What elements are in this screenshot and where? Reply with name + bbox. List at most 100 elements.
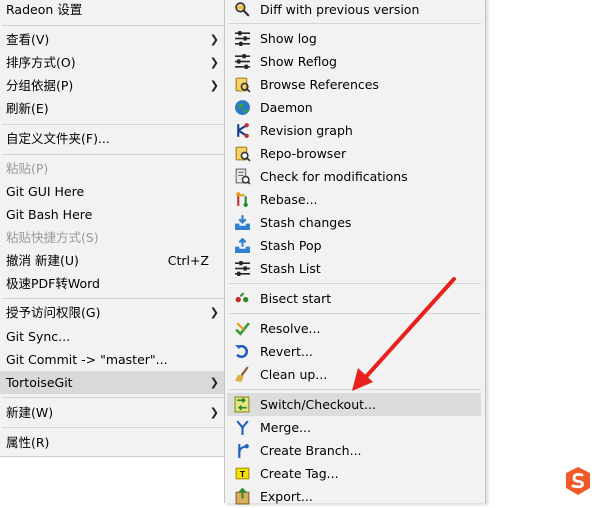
submenu-item-label: Rebase... [260, 192, 318, 207]
submenu-item-create-tag[interactable]: T Create Tag... [225, 462, 485, 485]
menu-separator [2, 397, 225, 398]
menu-item-label: 撤消 新建(U) [6, 253, 79, 268]
repo-browser-icon [235, 146, 251, 162]
submenu-item-label: Daemon [260, 100, 313, 115]
diff-icon [235, 2, 250, 17]
menu-item-label: 属性(R) [6, 435, 50, 450]
submenu-item-resolve[interactable]: Resolve... [225, 317, 485, 340]
submenu-arrow-icon: ❯ [209, 306, 219, 319]
menu-item-sort-by[interactable]: 排序方式(O) ❯ [0, 51, 227, 74]
submenu-item-label: Create Tag... [260, 466, 339, 481]
submenu-item-label: Stash List [260, 261, 321, 276]
submenu-item-stash-changes[interactable]: Stash changes [225, 211, 485, 234]
tortoisegit-submenu: Diff with previous version Show log Show… [224, 0, 486, 505]
submenu-item-daemon[interactable]: Daemon [225, 96, 485, 119]
submenu-item-label: Stash changes [260, 215, 352, 230]
stash-pop-icon [235, 237, 250, 253]
menu-item-label: Git Sync... [6, 329, 71, 344]
submenu-item-browse-references[interactable]: Browse References [225, 73, 485, 96]
menu-item-properties[interactable]: 属性(R) [0, 431, 227, 454]
menu-item-paste-shortcut[interactable]: 粘贴快捷方式(S) [0, 226, 227, 249]
submenu-item-create-branch[interactable]: Create Branch... [225, 439, 485, 462]
log-icon [235, 31, 250, 46]
menu-item-group-by[interactable]: 分组依据(P) ❯ [0, 74, 227, 97]
menu-item-customize-folder[interactable]: 自定义文件夹(F)... [0, 127, 227, 150]
menu-separator [229, 283, 481, 284]
menu-item-label: 极速PDF转Word [6, 276, 100, 291]
submenu-item-switch-checkout[interactable]: Switch/Checkout... [227, 393, 481, 416]
submenu-item-stash-pop[interactable]: Stash Pop [225, 234, 485, 257]
menu-item-label: 粘贴(P) [6, 161, 49, 176]
menu-item-git-bash-here[interactable]: Git Bash Here [0, 203, 227, 226]
submenu-item-repo-browser[interactable]: Repo-browser [225, 142, 485, 165]
bisect-icon [235, 292, 249, 303]
revert-icon [235, 344, 248, 359]
menu-item-label: TortoiseGit [6, 375, 73, 390]
menu-item-undo-new[interactable]: 撤消 新建(U) Ctrl+Z [0, 249, 227, 272]
submenu-item-label: Show Reflog [260, 54, 337, 69]
menu-separator [229, 23, 481, 24]
submenu-arrow-icon: ❯ [209, 376, 219, 389]
menu-item-paste[interactable]: 粘贴(P) [0, 157, 227, 180]
submenu-item-merge[interactable]: Merge... [225, 416, 485, 439]
submenu-item-label: Stash Pop [260, 238, 322, 253]
menu-item-git-sync[interactable]: Git Sync... [0, 325, 227, 348]
menu-item-refresh[interactable]: 刷新(E) [0, 97, 227, 120]
submenu-item-bisect-start[interactable]: Bisect start [225, 287, 485, 310]
menu-separator [2, 298, 225, 299]
submenu-item-clean-up[interactable]: Clean up... [225, 363, 485, 386]
menu-item-label: 刷新(E) [6, 101, 49, 116]
brand-logo-icon [566, 467, 590, 495]
submenu-item-label: Show log [260, 31, 317, 46]
menu-item-git-commit[interactable]: Git Commit -> "master"... [0, 348, 227, 371]
submenu-item-label: Resolve... [260, 321, 321, 336]
submenu-arrow-icon: ❯ [209, 79, 219, 92]
submenu-item-export[interactable]: Export... [225, 485, 485, 508]
revision-graph-icon [237, 123, 249, 138]
menu-item-label: 排序方式(O) [6, 55, 76, 70]
submenu-item-label: Diff with previous version [260, 2, 420, 17]
menu-item-tortoisegit[interactable]: TortoiseGit ❯ [0, 371, 227, 394]
menu-item-pdf-to-word[interactable]: 极速PDF转Word [0, 272, 227, 295]
submenu-item-show-reflog[interactable]: Show Reflog [225, 50, 485, 73]
menu-item-label: 分组依据(P) [6, 78, 74, 93]
menu-item-grant-access[interactable]: 授予访问权限(G) ❯ [0, 301, 227, 324]
submenu-item-label: Clean up... [260, 367, 328, 382]
submenu-item-diff[interactable]: Diff with previous version [225, 0, 485, 21]
globe-icon [235, 100, 250, 115]
submenu-item-show-log[interactable]: Show log [225, 27, 485, 50]
submenu-item-check-modifications[interactable]: Check for modifications [225, 165, 485, 188]
submenu-item-revision-graph[interactable]: Revision graph [225, 119, 485, 142]
menu-item-label: 新建(W) [6, 405, 54, 420]
branch-icon [238, 444, 249, 458]
submenu-item-stash-list[interactable]: Stash List [225, 257, 485, 280]
references-icon [235, 77, 251, 93]
submenu-arrow-icon: ❯ [209, 56, 219, 69]
menu-item-git-gui-here[interactable]: Git GUI Here [0, 180, 227, 203]
menu-item-new[interactable]: 新建(W) ❯ [0, 401, 227, 424]
menu-item-label: 查看(V) [6, 32, 50, 47]
submenu-item-label: Switch/Checkout... [260, 397, 376, 412]
menu-item-label: Git Bash Here [6, 207, 93, 222]
menu-item-label: 授予访问权限(G) [6, 305, 101, 320]
desktop-context-menu: Radeon 设置 查看(V) ❯ 排序方式(O) ❯ 分组依据(P) ❯ 刷新(E)… [0, 0, 228, 457]
menu-item-label: Git GUI Here [6, 184, 85, 199]
reflog-icon [235, 54, 250, 69]
submenu-item-revert[interactable]: Revert... [225, 340, 485, 363]
submenu-item-label: Revision graph [260, 123, 353, 138]
submenu-item-label: Bisect start [260, 291, 332, 306]
menu-item-shortcut: Ctrl+Z [167, 253, 209, 268]
stash-icon [235, 215, 250, 230]
submenu-item-rebase[interactable]: Rebase... [225, 188, 485, 211]
menu-item-label: Git Commit -> "master"... [6, 352, 168, 367]
menu-item-view[interactable]: 查看(V) ❯ [0, 28, 227, 51]
menu-item-radeon-settings[interactable]: Radeon 设置 [0, 0, 227, 21]
resolve-icon [235, 322, 250, 336]
menu-item-label: 粘贴快捷方式(S) [6, 230, 99, 245]
submenu-arrow-icon: ❯ [209, 406, 219, 419]
switch-checkout-icon [234, 396, 250, 413]
menu-item-label: 自定义文件夹(F)... [6, 131, 110, 146]
check-modifications-icon [235, 168, 251, 185]
menu-separator [2, 154, 225, 155]
menu-separator [2, 124, 225, 125]
